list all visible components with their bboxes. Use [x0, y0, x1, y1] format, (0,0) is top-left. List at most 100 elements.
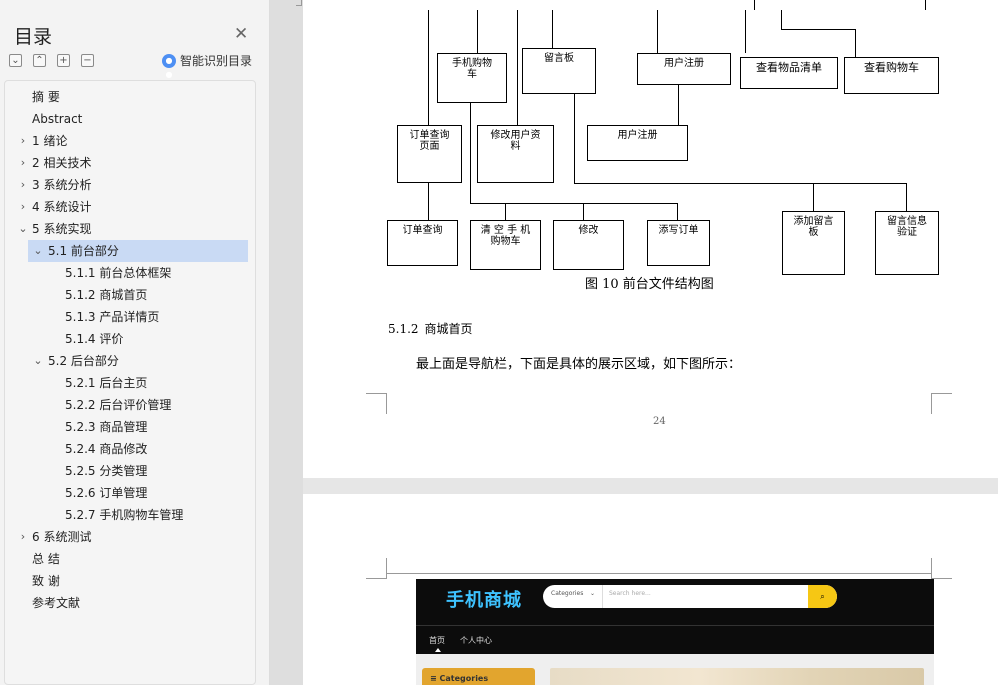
toc-item-5-2-1[interactable]: 5.2.1 后台主页	[65, 372, 147, 394]
expand-up-icon[interactable]: ⌃	[33, 54, 46, 67]
node-order-query-page: 订单查询 页面	[397, 125, 462, 183]
diagram-connector	[745, 10, 746, 53]
diagram-connector	[657, 10, 658, 53]
minus-icon[interactable]: −	[81, 54, 94, 67]
shop-nav-user-center: 个人中心	[460, 636, 492, 645]
shop-nav-home: 首页	[429, 636, 445, 645]
node-order-query: 订单查询	[387, 220, 458, 266]
diagram-connector	[517, 10, 518, 125]
toc-label: 2 相关技术	[32, 156, 92, 170]
toc-label: 5.2.4 商品修改	[65, 442, 148, 456]
toc-label: 5.1.4 评价	[65, 332, 124, 346]
node-user-register-mid: 用户注册	[587, 125, 688, 161]
toc-item-5-1-3[interactable]: 5.1.3 产品详情页	[65, 306, 159, 328]
toc-label: 3 系统分析	[32, 178, 92, 192]
toc-item-summary[interactable]: 总 结	[32, 548, 60, 570]
toc-label: Abstract	[32, 112, 83, 126]
shop-logo: 手机商城	[446, 590, 522, 611]
chevron-down-icon[interactable]: ⌄	[17, 218, 29, 240]
diagram-connector	[754, 0, 755, 10]
chevron-right-icon[interactable]: ›	[17, 526, 29, 548]
toc-item-abstract-cn[interactable]: 摘 要	[32, 86, 60, 108]
toc-item-5-2-5[interactable]: 5.2.5 分类管理	[65, 460, 147, 482]
toc-label: 5.1 前台部分	[48, 244, 119, 258]
nav-indicator-icon	[435, 648, 441, 652]
toc-label: 5.1.1 前台总体框架	[65, 266, 172, 280]
toc-label: 致 谢	[32, 574, 60, 588]
diagram-connector	[677, 203, 678, 220]
crop-mark	[366, 393, 387, 414]
chevron-down-icon[interactable]: ⌄	[32, 240, 44, 262]
toc-label: 5.2.7 手机购物车管理	[65, 508, 184, 522]
node-view-cart: 查看购物车	[844, 57, 939, 94]
section-heading: 5.1.2 商城首页	[388, 320, 473, 337]
toc-item-5-2-7[interactable]: 5.2.7 手机购物车管理	[65, 504, 183, 526]
diagram-connector	[477, 10, 478, 53]
node-view-items-list: 查看物品清单	[740, 57, 838, 89]
node-edit-user-info: 修改用户资 料	[477, 125, 554, 183]
toc-item-5-1-2[interactable]: 5.1.2 商城首页	[65, 284, 147, 306]
document-gutter	[270, 0, 303, 685]
node-add-message: 添加留言 板	[782, 211, 845, 275]
crop-mark	[931, 393, 952, 414]
toc-label: 1 绪论	[32, 134, 68, 148]
toc-item-ch4[interactable]: › 4 系统设计	[17, 196, 92, 218]
toc-label: 5.2.1 后台主页	[65, 376, 148, 390]
chevron-right-icon[interactable]: ›	[17, 152, 29, 174]
plus-icon[interactable]: +	[57, 54, 70, 67]
categories-label: Categories	[439, 674, 489, 683]
chevron-right-icon[interactable]: ›	[17, 174, 29, 196]
page-corner-mark	[296, 0, 302, 6]
ai-icon: ● ●	[162, 53, 176, 79]
toc-item-ch3[interactable]: › 3 系统分析	[17, 174, 92, 196]
page-number: 24	[653, 416, 666, 427]
diagram-connector	[781, 29, 856, 30]
close-icon[interactable]: ✕	[234, 24, 248, 44]
toc-item-5-2-3[interactable]: 5.2.3 商品管理	[65, 416, 147, 438]
crop-mark	[366, 558, 387, 579]
diagram-connector	[428, 183, 429, 220]
toc-item-abstract-en[interactable]: Abstract	[32, 108, 82, 130]
toc-item-ch5[interactable]: ⌄ 5 系统实现	[17, 218, 91, 240]
toc-item-5-1-1[interactable]: 5.1.1 前台总体框架	[65, 262, 171, 284]
diagram-connector	[574, 183, 907, 184]
toc-item-5-2-4[interactable]: 5.2.4 商品修改	[65, 438, 147, 460]
collapse-all-icon[interactable]: ⌄	[9, 54, 22, 67]
node-message-verify: 留言信息 验证	[875, 211, 939, 275]
toc-item-ch6[interactable]: › 6 系统测试	[17, 526, 92, 548]
smart-toc-label: 智能识别目录	[180, 54, 253, 68]
diagram-connector	[855, 29, 856, 57]
toc-tree: 摘 要 Abstract › 1 绪论 › 2 相关技术 › 3 系统分析 › 4 系统…	[4, 80, 256, 685]
toc-item-5-2-6[interactable]: 5.2.6 订单管理	[65, 482, 147, 504]
chevron-right-icon[interactable]: ›	[17, 196, 29, 218]
toc-item-thanks[interactable]: 致 谢	[32, 570, 60, 592]
smart-toc-button[interactable]: ● ● 智能识别目录	[162, 52, 253, 79]
search-icon: ⌕	[808, 585, 837, 608]
toc-item-5-1[interactable]: ⌄ 5.1 前台部分	[28, 240, 248, 262]
shop-search-bar: Categories ⌄ Search here... ⌕	[543, 585, 837, 608]
node-user-register-top: 用户注册	[637, 53, 731, 85]
toc-label: 5.2.5 分类管理	[65, 464, 148, 478]
chevron-down-icon[interactable]: ⌄	[32, 350, 44, 372]
toc-item-ch2[interactable]: › 2 相关技术	[17, 152, 92, 174]
toc-item-5-1-4[interactable]: 5.1.4 评价	[65, 328, 123, 350]
section-number: 5.1.2	[388, 322, 419, 336]
section-title: 商城首页	[424, 322, 473, 336]
toc-item-references[interactable]: 参考文献	[32, 592, 80, 614]
node-clear-cart: 清 空 手 机 购物车	[470, 220, 541, 270]
crop-mark	[931, 558, 952, 579]
toc-label: 5.2 后台部分	[48, 354, 119, 368]
toc-label: 总 结	[32, 552, 60, 566]
toc-label: 5.2.3 商品管理	[65, 420, 148, 434]
diagram-connector	[781, 10, 782, 29]
toc-item-5-2-2[interactable]: 5.2.2 后台评价管理	[65, 394, 171, 416]
chevron-right-icon[interactable]: ›	[17, 130, 29, 152]
diagram-connector	[470, 203, 677, 204]
toc-item-ch1[interactable]: › 1 绪论	[17, 130, 68, 152]
diagram-connector	[583, 203, 584, 220]
figure-caption: 图 10 前台文件结构图	[585, 277, 714, 292]
toc-item-5-2[interactable]: ⌄ 5.2 后台部分	[32, 350, 119, 372]
toc-label: 5.2.2 后台评价管理	[65, 398, 172, 412]
toc-label: 5 系统实现	[32, 222, 92, 236]
toc-label: 5.1.3 产品详情页	[65, 310, 160, 324]
